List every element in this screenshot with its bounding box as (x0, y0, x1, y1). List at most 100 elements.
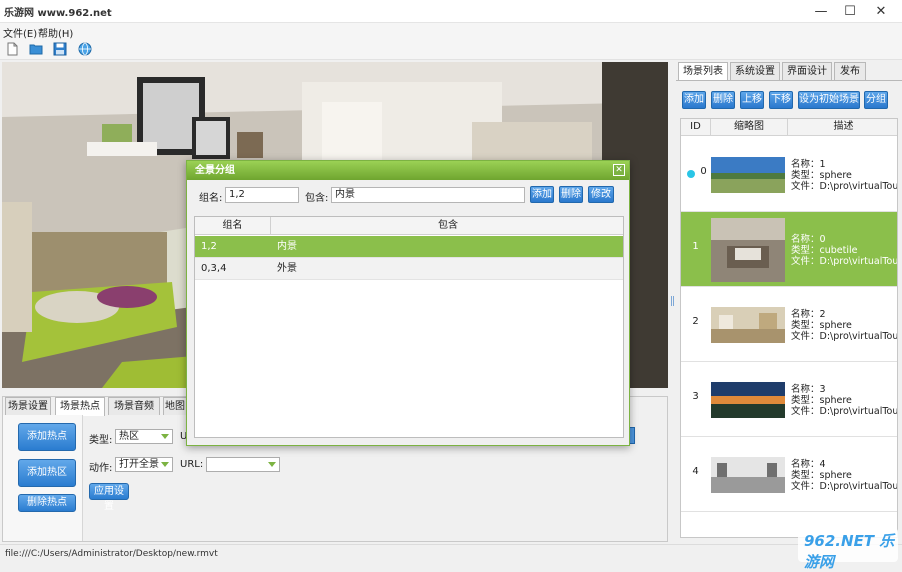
scene-type: sphere (819, 170, 852, 181)
scene-name: 3 (819, 384, 826, 395)
group-row-0[interactable]: 1,2 内景 (195, 236, 623, 258)
panel-splitter-handle[interactable] (671, 296, 674, 306)
scene-id: 3 (692, 391, 699, 402)
tab-scene-list[interactable]: 场景列表 (678, 62, 728, 80)
tab-system-settings[interactable]: 系统设置 (730, 62, 780, 80)
app-logo: 乐游网 www.962.net (4, 8, 112, 19)
scene-id: 4 (692, 466, 699, 477)
scene-thumbnail (711, 382, 785, 418)
file-label: 文件： (791, 256, 820, 267)
scene-id: 2 (692, 316, 699, 327)
scene-delete-button[interactable]: 删除 (711, 91, 735, 109)
file-label: 文件： (791, 481, 820, 492)
group-add-button[interactable]: 添加 (530, 186, 554, 203)
scene-type: sphere (819, 395, 852, 406)
watermark-text: 962.NET 乐游网 (804, 532, 895, 571)
file-label: 文件： (791, 331, 820, 342)
scene-name: 1 (819, 159, 826, 170)
publish-globe-icon[interactable] (78, 42, 92, 56)
scene-description: 名称：0 类型：cubetile 文件：D:\pro\virtualTour10 (791, 234, 897, 267)
add-hotspot-button[interactable]: 添加热点 (18, 423, 76, 451)
column-id: ID (681, 119, 710, 136)
scene-add-button[interactable]: 添加 (682, 91, 706, 109)
url-label: URL: (180, 459, 204, 470)
group-row-1[interactable]: 0,3,4 外景 (195, 258, 623, 280)
group-contains: 内景 (277, 241, 297, 252)
minimize-icon[interactable]: — (806, 0, 836, 23)
type-label: 类型： (791, 395, 820, 406)
scene-thumbnail (711, 307, 785, 343)
scene-row-1[interactable]: 1 名称：0 类型：cubetile 文件：D:\pro\virtualTour… (681, 212, 897, 287)
tab-divider (676, 80, 902, 81)
status-bar: file:///C:/Users/Administrator/Desktop/n… (0, 544, 902, 564)
scene-description: 名称：4 类型：sphere 文件：D:\pro\virtualTour10 (791, 459, 897, 492)
scene-name: 4 (819, 459, 826, 470)
add-hotzone-button[interactable]: 添加热区 (18, 459, 76, 487)
scene-group-button[interactable]: 分组 (864, 91, 888, 109)
chevron-down-icon (161, 434, 169, 439)
scene-row-4[interactable]: 4 名称：4 类型：sphere 文件：D:\pro\virtualTour10 (681, 437, 897, 512)
scene-type: cubetile (819, 245, 858, 256)
file-label: 文件： (791, 181, 820, 192)
scene-file: D:\pro\virtualTour10 (819, 331, 898, 342)
group-delete-button[interactable]: 删除 (559, 186, 583, 203)
tab-publish[interactable]: 发布 (834, 62, 866, 80)
tab-scene-hotspots[interactable]: 场景热点 (55, 397, 105, 416)
scene-type: sphere (819, 470, 852, 481)
scene-thumbnail (711, 457, 785, 493)
group-modify-button[interactable]: 修改 (588, 186, 614, 203)
delete-hotspot-button[interactable]: 删除热点 (18, 494, 76, 512)
scene-row-2[interactable]: 2 名称：2 类型：sphere 文件：D:\pro\virtualTour10 (681, 287, 898, 362)
dialog-title: 全景分组 (195, 165, 235, 176)
chevron-down-icon (161, 462, 169, 467)
scene-list: ID 缩略图 描述 0 名称：1 类型：sphere 文件：D:\pro\vir… (680, 118, 898, 538)
title-bar: 乐游网 www.962.net — ☐ ✕ (0, 0, 902, 23)
menu-file[interactable]: 文件(E) (3, 25, 37, 40)
tab-scene-audio[interactable]: 场景音频 (108, 397, 160, 415)
contains-input[interactable]: 内景 (331, 187, 525, 203)
group-name-input[interactable]: 1,2 (225, 187, 299, 203)
menu-bar: 文件(E) 帮助(H) (0, 23, 902, 40)
type-label: 类型: (89, 435, 113, 446)
tab-ui-design[interactable]: 界面设计 (782, 62, 832, 80)
type-label: 类型： (791, 470, 820, 481)
scene-move-up-button[interactable]: 上移 (740, 91, 764, 109)
scene-description: 名称：1 类型：sphere 文件：D:\pro\virtualTour10 (791, 159, 898, 192)
scene-move-down-button[interactable]: 下移 (769, 91, 793, 109)
set-initial-scene-button[interactable]: 设为初始场景 (798, 91, 860, 109)
open-folder-icon[interactable] (29, 42, 43, 56)
panorama-group-dialog: 全景分组 ✕ 组名: 1,2 包含: 内景 添加 删除 修改 组名 包含 1,2… (186, 160, 630, 446)
file-path: file:///C:/Users/Administrator/Desktop/n… (5, 549, 218, 559)
scene-type: sphere (819, 320, 852, 331)
name-label: 名称： (791, 234, 820, 245)
chevron-down-icon (268, 462, 276, 467)
dialog-close-icon[interactable]: ✕ (613, 164, 625, 176)
type-label: 类型： (791, 320, 820, 331)
apply-settings-button[interactable]: 应用设置 (89, 483, 129, 512)
scene-id: 1 (692, 241, 699, 252)
column-group-name: 组名 (195, 217, 270, 235)
contains-label: 包含: (305, 193, 329, 204)
action-label: 动作: (89, 463, 113, 474)
group-name: 0,3,4 (201, 263, 227, 274)
name-label: 名称： (791, 309, 820, 320)
scene-row-0[interactable]: 0 名称：1 类型：sphere 文件：D:\pro\virtualTour10 (681, 137, 898, 212)
action-select-value: 打开全景 (119, 459, 159, 470)
maximize-icon[interactable]: ☐ (835, 0, 865, 23)
scene-row-3[interactable]: 3 名称：3 类型：sphere 文件：D:\pro\virtualTour10 (681, 362, 897, 437)
url-select[interactable] (206, 457, 280, 472)
tab-scene-settings[interactable]: 场景设置 (5, 397, 51, 415)
tab-map[interactable]: 地图 (163, 397, 187, 415)
save-icon[interactable] (53, 42, 67, 56)
name-label: 名称： (791, 384, 820, 395)
scene-file: D:\pro\virtualTour10 (819, 181, 898, 192)
name-label: 名称： (791, 159, 820, 170)
menu-help[interactable]: 帮助(H) (38, 25, 73, 40)
toolbar (0, 40, 902, 60)
new-file-icon[interactable] (5, 42, 19, 56)
column-contains: 包含 (270, 217, 623, 235)
close-icon[interactable]: ✕ (866, 0, 896, 23)
type-select[interactable]: 热区 (115, 429, 173, 444)
file-label: 文件： (791, 406, 820, 417)
action-select[interactable]: 打开全景 (115, 457, 173, 472)
